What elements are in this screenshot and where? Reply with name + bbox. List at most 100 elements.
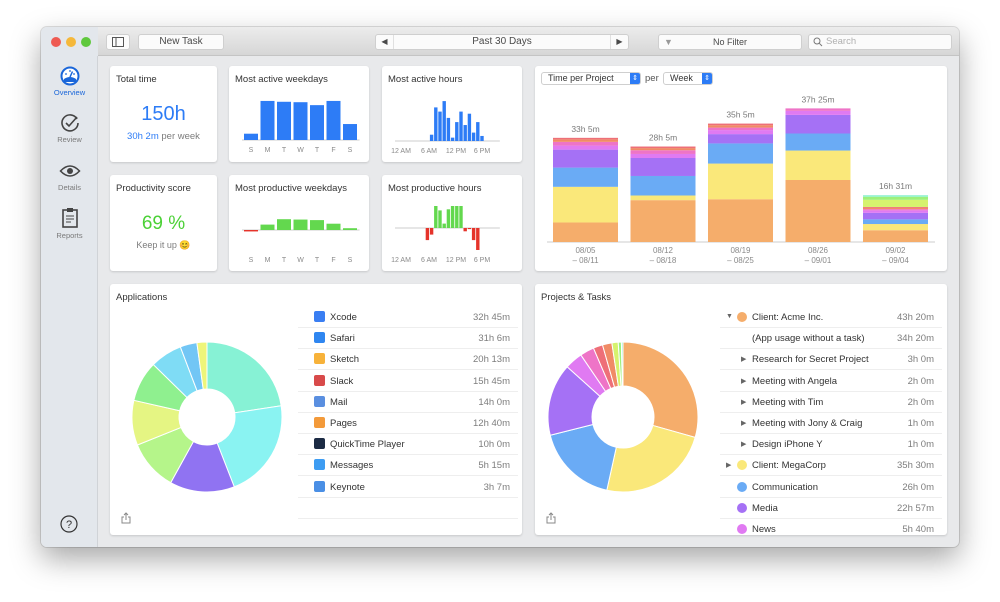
- time-per-project-chart: 33h 5m 08/05– 08/11 28h 5m 08/12– 08/18 35h …: [547, 94, 935, 265]
- close-window-button[interactable]: [51, 37, 61, 47]
- disclosure-collapsed-icon[interactable]: ▶: [741, 398, 746, 406]
- project-name: Communication: [752, 481, 818, 493]
- app-list-row[interactable]: Keynote 3h 7m: [298, 477, 518, 498]
- filter-button[interactable]: ▼ No Filter: [658, 34, 802, 50]
- bar: [476, 122, 480, 141]
- stacked-bar-segment: [553, 141, 618, 146]
- app-time: 10h 0m: [478, 439, 510, 451]
- app-list-row[interactable]: Safari 31h 6m: [298, 328, 518, 350]
- safari-icon: [314, 332, 325, 344]
- disclosure-collapsed-icon[interactable]: ▶: [741, 440, 746, 448]
- share-icon[interactable]: [121, 512, 131, 524]
- most-productive-hours-card: Most productive hours 12 AM 6 AM 12 PM 6 PM: [382, 175, 522, 271]
- checkmark-circle-icon: [60, 114, 79, 132]
- sidebar-label-reports: Reports: [56, 231, 83, 240]
- x-tick-label: – 08/11: [572, 256, 599, 265]
- stacked-bar-segment: [630, 150, 696, 154]
- project-color-dot: [737, 481, 747, 492]
- stacked-bar-segment: [630, 157, 696, 176]
- stacked-bar-segment: [708, 134, 773, 144]
- app-list-row[interactable]: Mail 14h 0m: [298, 392, 518, 413]
- project-name: Meeting with Angela: [752, 375, 838, 387]
- project-list-row[interactable]: (App usage without a task) 34h 20m: [720, 328, 942, 350]
- project-time: 43h 20m: [897, 312, 934, 323]
- projects-title: Projects & Tasks: [541, 292, 612, 303]
- project-list-row[interactable]: News 5h 40m: [720, 519, 942, 535]
- previous-period-button[interactable]: ◀: [376, 35, 394, 49]
- app-name: QuickTime Player: [330, 439, 405, 451]
- svg-text:?: ?: [66, 519, 72, 531]
- disclosure-collapsed-icon[interactable]: ▶: [741, 355, 746, 363]
- productivity-subtitle: Keep it up 😊: [136, 240, 191, 250]
- share-icon[interactable]: [546, 512, 556, 524]
- bar: [310, 105, 324, 140]
- project-name: Media: [752, 502, 778, 514]
- new-task-button[interactable]: New Task: [138, 34, 224, 50]
- project-list-row[interactable]: ▶ Design iPhone Y 1h 0m: [720, 434, 942, 456]
- sidebar-item-overview[interactable]: Overview: [41, 66, 98, 97]
- xcode-icon: [314, 311, 325, 322]
- disclosure-expanded-icon[interactable]: ▼: [726, 313, 733, 320]
- disclosure-collapsed-icon[interactable]: ▶: [741, 419, 746, 427]
- project-list-row[interactable]: ▶ Meeting with Jony & Craig 1h 0m: [720, 413, 942, 434]
- toggle-sidebar-button[interactable]: [106, 34, 130, 50]
- bar-total-label: 37h 25m: [801, 94, 834, 104]
- sidebar-item-review[interactable]: Review: [41, 113, 98, 144]
- sidebar-item-reports[interactable]: Reports: [41, 207, 98, 240]
- zoom-window-button[interactable]: [81, 37, 91, 47]
- bar: [326, 100, 341, 140]
- stacked-bar-segment: [863, 210, 928, 213]
- project-list-row[interactable]: Media 22h 57m: [720, 498, 942, 519]
- project-time: 34h 20m: [897, 333, 934, 345]
- help-button[interactable]: ?: [60, 515, 78, 538]
- project-time: 3h 0m: [907, 354, 934, 366]
- bar-total-label: 16h 31m: [879, 181, 912, 191]
- productivity-score-title: Productivity score: [116, 183, 191, 194]
- per-week-suffix: per week: [161, 131, 200, 142]
- bar: [459, 206, 463, 228]
- bar: [343, 124, 357, 140]
- bar: [450, 206, 455, 228]
- app-time: 5h 15m: [478, 460, 510, 472]
- most-active-weekdays-chart: SMTWTFS: [242, 100, 360, 154]
- time-per-project-card: Time per Project ⇕ per Week ⇕ 33h 5m 08/0…: [535, 66, 947, 271]
- app-window: New Task ◀ Past 30 Days ▶ ▼ No Filter Se…: [41, 27, 959, 547]
- project-time: 1h 0m: [907, 439, 934, 451]
- stacked-bar-segment: [630, 195, 696, 201]
- app-list-row[interactable]: Sketch 20h 13m: [298, 349, 518, 371]
- date-range-control: ◀ Past 30 Days ▶: [375, 34, 629, 50]
- project-time: 35h 30m: [897, 460, 934, 472]
- most-productive-hours-chart: 12 AM 6 AM 12 PM 6 PM: [391, 206, 500, 264]
- total-time-value: 150h: [141, 103, 186, 125]
- gauge-icon: [60, 66, 79, 86]
- stacked-bar-segment: [785, 108, 851, 111]
- project-list-row[interactable]: ▶ Research for Secret Project 3h 0m: [720, 349, 942, 371]
- date-range-label[interactable]: Past 30 Days: [394, 35, 610, 49]
- x-tick-label: 08/26: [808, 246, 829, 255]
- productivity-score-value: 69 %: [141, 213, 186, 234]
- x-tick-label: 08/19: [730, 246, 751, 255]
- next-period-button[interactable]: ▶: [610, 35, 628, 49]
- total-time-title: Total time: [116, 74, 157, 85]
- app-list-row[interactable]: Slack 15h 45m: [298, 371, 518, 392]
- app-time: 14h 0m: [478, 396, 510, 408]
- project-list-row[interactable]: ▶ Meeting with Tim 2h 0m: [720, 392, 942, 413]
- project-time: 26h 0m: [902, 481, 934, 493]
- sidebar-item-details[interactable]: Details: [41, 161, 98, 192]
- minimize-window-button[interactable]: [66, 37, 76, 47]
- sidebar-icon: [112, 37, 124, 47]
- bar: [471, 228, 476, 241]
- project-list-row[interactable]: ▼ Client: Acme Inc. 43h 20m: [720, 307, 942, 328]
- project-list-row[interactable]: Communication 26h 0m: [720, 477, 942, 498]
- app-list-row[interactable]: Pages 12h 40m: [298, 413, 518, 434]
- app-list-row[interactable]: Messages 5h 15m: [298, 455, 518, 477]
- project-list-row[interactable]: ▶ Client: MegaCorp 35h 30m: [720, 455, 942, 477]
- stacked-bar-segment: [785, 114, 851, 134]
- project-list-row[interactable]: ▶ Meeting with Angela 2h 0m: [720, 371, 942, 392]
- stacked-bar-segment: [708, 123, 773, 126]
- app-list-row[interactable]: QuickTime Player 10h 0m: [298, 434, 518, 456]
- disclosure-collapsed-icon[interactable]: ▶: [741, 377, 746, 385]
- search-field[interactable]: Search: [808, 34, 952, 50]
- app-list-row[interactable]: Xcode 32h 45m: [298, 307, 518, 328]
- disclosure-collapsed-icon[interactable]: ▶: [726, 461, 731, 469]
